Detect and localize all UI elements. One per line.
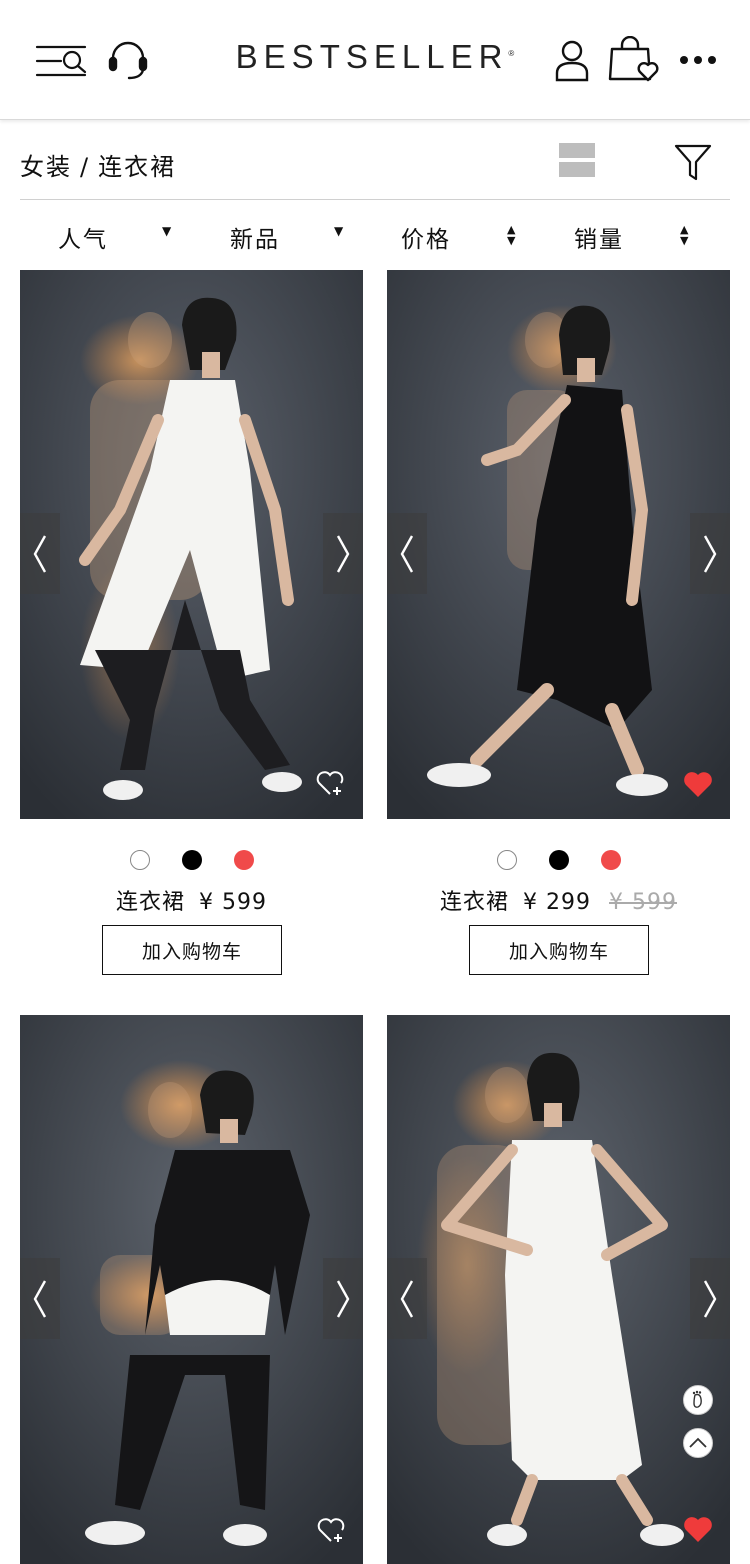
wishlist-heart-filled-icon[interactable] (683, 1515, 713, 1543)
registered-mark: ® (508, 49, 515, 58)
next-image-arrow[interactable] (690, 1258, 730, 1339)
prev-image-arrow[interactable] (387, 1258, 427, 1339)
add-to-wishlist-icon[interactable] (316, 1515, 346, 1545)
next-image-arrow[interactable] (323, 1258, 363, 1339)
sort-price[interactable]: 价格 ▲▼ (401, 220, 541, 253)
wishlist-heart-filled-icon[interactable] (683, 770, 713, 798)
swatch-red[interactable] (233, 850, 254, 870)
product-image[interactable] (387, 270, 730, 819)
sort-label: 销量 (574, 227, 624, 253)
sort-label: 新品 (230, 227, 280, 253)
sort-popularity[interactable]: 人气 ▼ (58, 220, 198, 253)
product-name[interactable]: 连衣裙 (116, 890, 185, 915)
product-price: ¥ 299 (523, 890, 591, 915)
back-to-top-icon[interactable] (683, 1428, 713, 1458)
filter-icon[interactable] (672, 141, 714, 183)
footprint-icon[interactable] (683, 1385, 713, 1415)
product-image[interactable] (20, 1015, 363, 1564)
product-card (20, 1015, 363, 1564)
product-name[interactable]: 连衣裙 (440, 890, 509, 915)
swatch-white[interactable] (129, 850, 150, 870)
product-info: 连衣裙 ¥ 599 (20, 884, 363, 916)
next-image-arrow[interactable] (690, 513, 730, 594)
breadcrumb-bar: 女装 / 连衣裙 (20, 121, 730, 200)
add-to-wishlist-icon[interactable] (315, 768, 345, 798)
color-swatches (387, 850, 730, 870)
product-info: 连衣裙 ¥ 299 ¥ 599 (387, 884, 730, 916)
swatch-black[interactable] (548, 850, 569, 870)
more-icon[interactable] (678, 48, 718, 72)
breadcrumb-category[interactable]: 女装 (20, 153, 72, 181)
product-price: ¥ 599 (199, 890, 267, 915)
sort-label: 价格 (401, 227, 451, 253)
add-to-cart-button[interactable]: 加入购物车 (102, 925, 282, 975)
product-card (387, 1015, 730, 1564)
prev-image-arrow[interactable] (387, 513, 427, 594)
logo-text: BESTSELLER (235, 38, 509, 75)
swatch-white[interactable] (496, 850, 517, 870)
breadcrumb-separator: / (80, 153, 91, 181)
prev-image-arrow[interactable] (20, 513, 60, 594)
top-header: BESTSELLER® (0, 0, 750, 120)
shopping-bag-heart-icon[interactable] (608, 36, 662, 82)
sort-updown-icon: ▲▼ (680, 223, 689, 247)
sort-updown-icon: ▲▼ (507, 223, 516, 247)
sort-bar: 人气 ▼ 新品 ▼ 价格 ▲▼ 销量 ▲▼ (0, 200, 750, 268)
list-view-icon[interactable] (558, 141, 596, 179)
user-icon[interactable] (552, 40, 592, 82)
breadcrumb: 女装 / 连衣裙 (20, 147, 176, 182)
sort-down-icon: ▼ (334, 224, 344, 238)
sort-label: 人气 (58, 227, 108, 253)
sort-sales[interactable]: 销量 ▲▼ (574, 220, 714, 253)
prev-image-arrow[interactable] (20, 1258, 60, 1339)
product-original-price: ¥ 599 (609, 890, 677, 915)
breadcrumb-subcategory: 连衣裙 (98, 153, 177, 181)
product-card: 连衣裙 ¥ 299 ¥ 599 加入购物车 (387, 270, 730, 990)
next-image-arrow[interactable] (323, 513, 363, 594)
sort-new[interactable]: 新品 ▼ (230, 220, 370, 253)
product-image[interactable] (20, 270, 363, 819)
swatch-black[interactable] (181, 850, 202, 870)
color-swatches (20, 850, 363, 870)
swatch-red[interactable] (600, 850, 621, 870)
product-image[interactable] (387, 1015, 730, 1564)
add-to-cart-button[interactable]: 加入购物车 (469, 925, 649, 975)
product-card: 连衣裙 ¥ 599 加入购物车 (20, 270, 363, 990)
sort-down-icon: ▼ (162, 224, 172, 238)
